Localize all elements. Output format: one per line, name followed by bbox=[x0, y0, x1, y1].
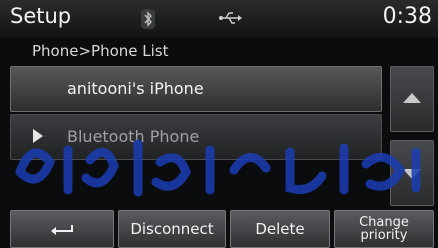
list-item-label: anitooni's iPhone bbox=[67, 79, 204, 98]
bottom-bar: Disconnect Delete Change priority bbox=[0, 206, 438, 248]
status-bar: Setup 0:38 bbox=[0, 0, 438, 38]
scroll-up-button[interactable] bbox=[390, 66, 434, 132]
back-button[interactable] bbox=[10, 210, 114, 248]
scroll-up-icon bbox=[403, 93, 421, 103]
screen-title: Setup bbox=[10, 4, 72, 28]
change-priority-label-2: priority bbox=[360, 228, 408, 243]
change-priority-button[interactable]: Change priority bbox=[334, 210, 434, 248]
delete-button[interactable]: Delete bbox=[230, 210, 330, 248]
bluetooth-icon bbox=[141, 9, 155, 29]
disconnect-button[interactable]: Disconnect bbox=[118, 210, 226, 248]
breadcrumb: Phone>Phone List bbox=[32, 42, 169, 60]
watermark-logo bbox=[15, 139, 421, 197]
back-arrow-icon bbox=[51, 225, 73, 235]
clock: 0:38 bbox=[382, 4, 432, 29]
usb-icon bbox=[219, 12, 242, 24]
list-item[interactable]: anitooni's iPhone bbox=[10, 66, 382, 112]
